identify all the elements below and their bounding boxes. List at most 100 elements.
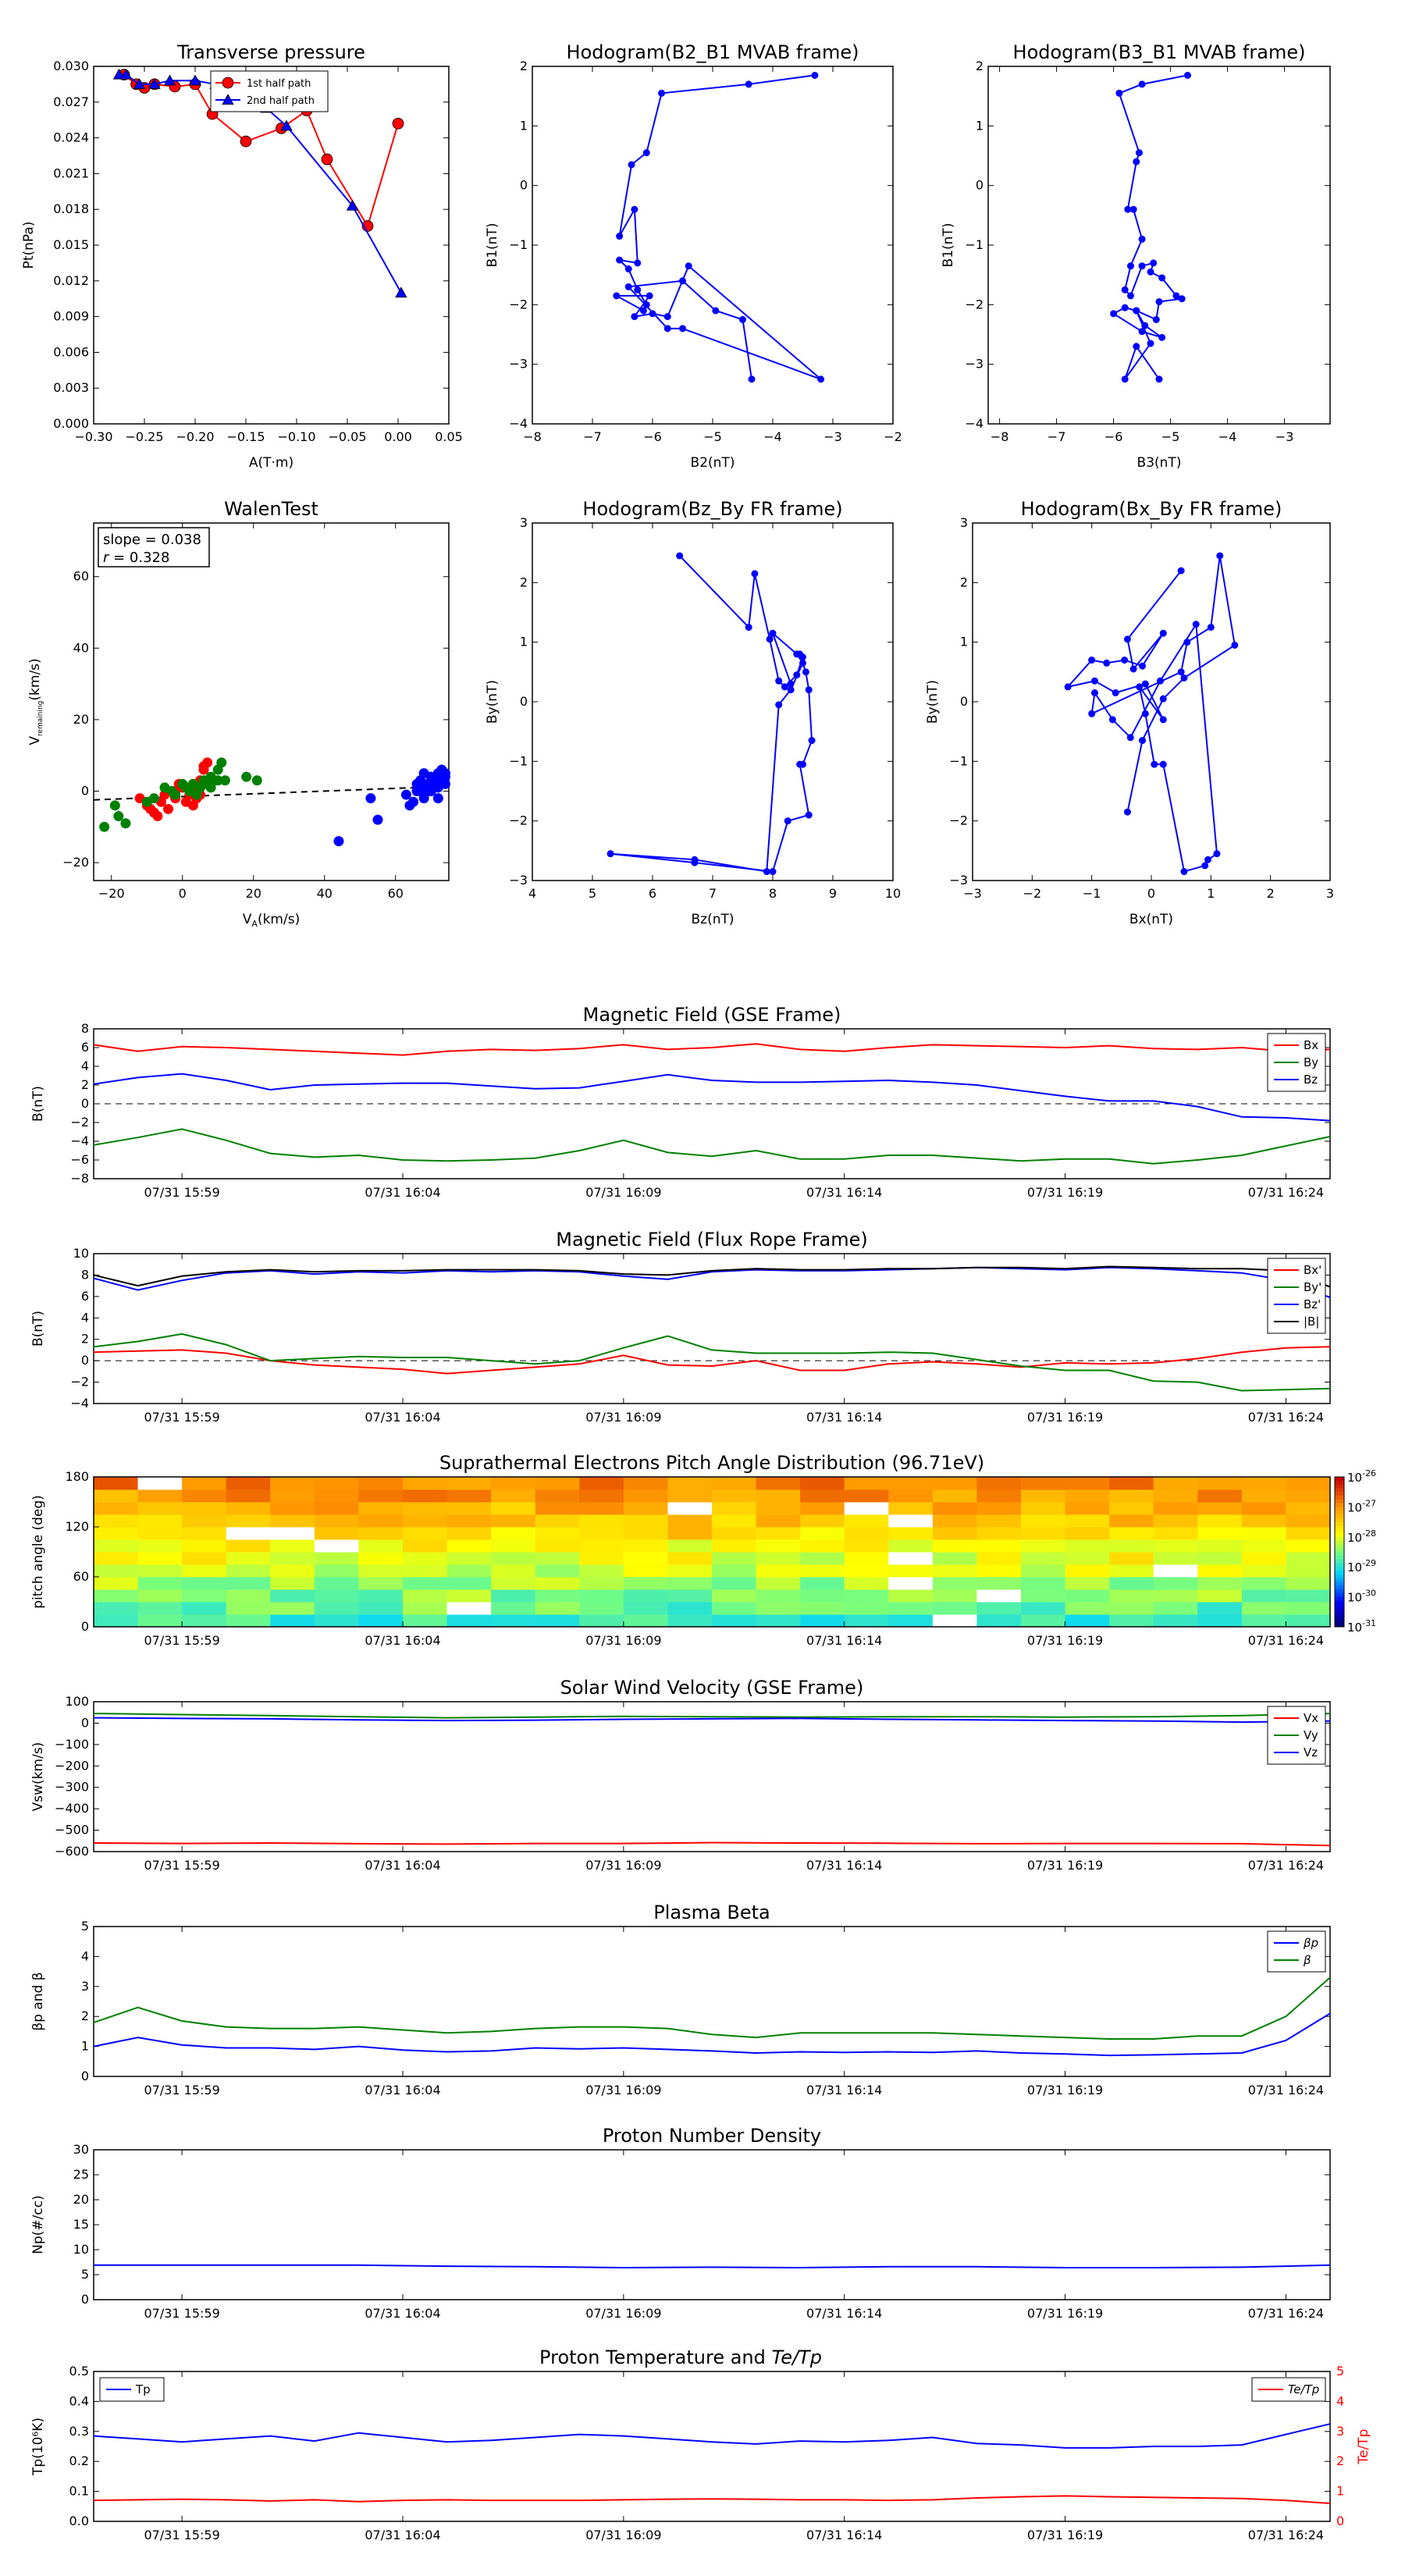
pad-cell xyxy=(446,1477,492,1490)
hodo4-point xyxy=(1112,689,1119,697)
hodo2-frame xyxy=(987,66,1331,425)
walen-ytick-label: 0 xyxy=(81,784,89,799)
hodo2-ytick-label: −4 xyxy=(965,416,984,431)
pad-cell xyxy=(888,1539,934,1553)
pad-cell xyxy=(888,1489,934,1503)
beta-ytick-label: 2 xyxy=(81,2008,89,2023)
pad-cell xyxy=(535,1589,580,1603)
hodo2-ytick-label: −3 xyxy=(965,357,984,372)
hodo1-ytick-label: −1 xyxy=(509,237,528,252)
beta-ytick-label: 3 xyxy=(81,1979,89,1994)
pad-colorbar-cell xyxy=(1335,1544,1344,1549)
mag_gse-ytick-label: −6 xyxy=(70,1152,89,1167)
pad-cell xyxy=(800,1514,845,1528)
pad-cell xyxy=(1241,1589,1286,1603)
pad-cell xyxy=(314,1527,359,1540)
pad-cell xyxy=(932,1577,977,1590)
pad-cell xyxy=(403,1489,448,1503)
hodo4-point xyxy=(1121,656,1129,664)
pad-cell xyxy=(1197,1577,1243,1590)
pad-cell xyxy=(1065,1552,1110,1565)
pad-cell xyxy=(403,1527,448,1540)
pad-cell xyxy=(712,1614,757,1628)
pad-cell xyxy=(1109,1564,1154,1578)
pad-cell xyxy=(1109,1589,1154,1603)
pad-cell xyxy=(226,1527,271,1540)
mag_gse-ytick-label: −4 xyxy=(70,1133,89,1148)
pad-colorbar-cell xyxy=(1335,1585,1344,1590)
pad-cell xyxy=(1197,1477,1243,1490)
hodo3-point xyxy=(802,668,809,676)
np-ytick-label: 30 xyxy=(73,2142,89,2157)
pad-cell xyxy=(403,1477,448,1490)
pad-cell xyxy=(1197,1489,1243,1503)
hodo1-point xyxy=(748,375,756,383)
pad-cell xyxy=(888,1552,934,1565)
pt-xtick-label: 0.05 xyxy=(435,429,463,444)
pad-cell xyxy=(976,1614,1022,1628)
hodo3-point xyxy=(606,850,614,858)
pad-colorbar-cell xyxy=(1335,1521,1344,1526)
pad-colorbar-cell xyxy=(1335,1600,1344,1605)
mag_fr-xtick-label: 07/31 16:14 xyxy=(806,1410,882,1425)
hodo1-point xyxy=(811,71,819,79)
hodo2-point xyxy=(1115,89,1123,97)
pad-cell xyxy=(94,1539,139,1553)
hodo2-ytick-label: −1 xyxy=(965,237,984,252)
pt-ytick-label: 0.030 xyxy=(53,59,89,73)
pad-cell xyxy=(888,1564,934,1578)
walen-point-green xyxy=(241,771,252,782)
hodo1-xlabel: B2(nT) xyxy=(691,455,735,471)
hodo2-point xyxy=(1155,375,1163,383)
pad-colorbar-cell xyxy=(1335,1477,1344,1482)
hodo4-point xyxy=(1156,677,1164,685)
pad-cell xyxy=(800,1577,845,1590)
hodo3-xtick-label: 4 xyxy=(528,886,536,901)
hodo2-ytick-label: −2 xyxy=(965,297,984,311)
pad-colorbar-cell xyxy=(1335,1574,1344,1579)
hodo1-point xyxy=(613,292,621,300)
walen-xlabel: VA(km/s) xyxy=(243,912,300,929)
pad-cell xyxy=(667,1489,713,1503)
pad-cell xyxy=(1286,1602,1331,1615)
walen-point-red xyxy=(198,764,209,775)
pad-cell xyxy=(800,1602,845,1615)
pad-cell xyxy=(756,1589,801,1603)
vsw-legend-label: Vy xyxy=(1304,1728,1318,1742)
pad-cell xyxy=(94,1564,139,1578)
mag_fr-ytick-label: 2 xyxy=(81,1332,89,1347)
pad-cell xyxy=(1286,1527,1331,1540)
pad-cell xyxy=(314,1614,359,1628)
vsw-ytick-label: 100 xyxy=(65,1694,89,1709)
hodo1-point xyxy=(817,375,825,383)
pad-cell xyxy=(623,1577,668,1590)
hodo1-ylabel: B1(nT) xyxy=(485,223,500,268)
pad-cell xyxy=(1197,1527,1243,1540)
vsw-series-Vz xyxy=(93,1717,1331,1724)
np-xtick-label: 07/31 16:04 xyxy=(365,2306,440,2321)
mag_gse-legend-label: By xyxy=(1304,1055,1318,1069)
pad-cell xyxy=(579,1552,624,1565)
pad-cell xyxy=(446,1602,492,1615)
mag_gse-xtick-label: 07/31 16:04 xyxy=(365,1185,440,1200)
pad-cell xyxy=(932,1539,977,1553)
mag_fr-xtick-label: 07/31 16:04 xyxy=(365,1410,440,1425)
pad-cell xyxy=(1109,1602,1154,1615)
tp-ytick-label: 0.5 xyxy=(69,2364,89,2379)
walen-point-blue xyxy=(408,796,418,807)
pad-cell xyxy=(932,1514,977,1528)
np-ylabel: Np(#/cc) xyxy=(30,2195,46,2254)
pad-cell xyxy=(712,1539,757,1553)
hodo3-point xyxy=(799,659,806,667)
pad-cell xyxy=(182,1614,227,1628)
hodo4-xtick-label: −2 xyxy=(1023,886,1042,901)
hodo3-point xyxy=(805,686,813,694)
pad-cell xyxy=(1286,1552,1331,1565)
hodo4-point xyxy=(1151,760,1158,768)
hodo4-point xyxy=(1129,665,1137,673)
hodo1-point xyxy=(642,149,650,157)
hodo3-xtick-label: 8 xyxy=(769,886,777,901)
pad-cell xyxy=(1065,1564,1110,1578)
hodo3-point xyxy=(781,683,788,691)
beta-ytick-label: 4 xyxy=(81,1948,89,1963)
